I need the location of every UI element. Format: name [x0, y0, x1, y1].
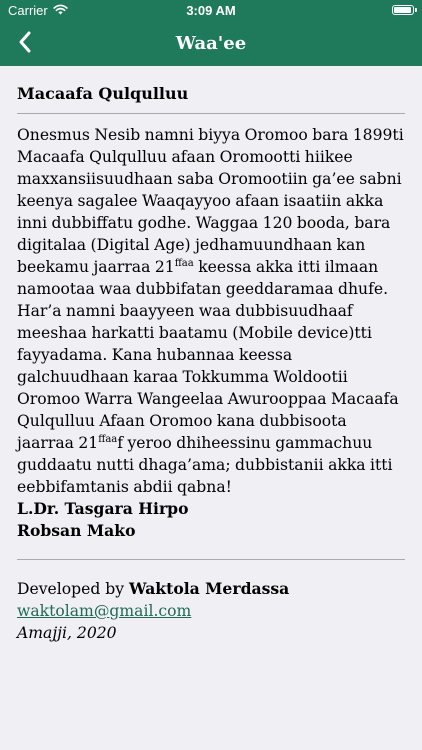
superscript-ordinal-2: ffaa: [98, 433, 118, 445]
divider: [17, 559, 405, 560]
developer-name: Waktola Merdassa: [129, 579, 290, 598]
battery-level: [394, 7, 411, 13]
divider: [17, 113, 405, 114]
paragraph-text-1: Onesmus Nesib namni biyya Oromoo bara 18…: [17, 126, 404, 276]
author-name: Robsan Mako: [17, 521, 136, 540]
status-time: 3:09 AM: [186, 3, 236, 18]
place-date: Amajji, 2020: [17, 624, 117, 642]
about-content: Macaafa Qulqulluu Onesmus Nesib namni bi…: [17, 84, 405, 644]
developer-line: Developed by Waktola Merdassa: [17, 578, 405, 600]
navigation-bar: Waa'ee: [0, 22, 422, 66]
status-bar: Carrier 3:09 AM: [0, 0, 422, 22]
superscript-ordinal-1: ffaa: [174, 257, 194, 269]
battery-icon: [392, 5, 417, 15]
page-title: Waa'ee: [175, 33, 247, 54]
top-bar: Carrier 3:09 AM Waa'ee: [0, 0, 422, 66]
about-heading: Macaafa Qulqulluu: [17, 84, 189, 103]
authors: L.Dr. Tasgara Hirpo Robsan Mako: [17, 498, 405, 542]
author-name: L.Dr. Tasgara Hirpo: [17, 499, 189, 518]
developed-by-label: Developed by: [17, 580, 130, 598]
paragraph-text-2: keessa akka itti ilmaan namootaa waa dub…: [17, 258, 399, 452]
about-paragraph: Onesmus Nesib namni biyya Oromoo bara 18…: [17, 124, 405, 498]
credits: Developed by Waktola Merdassa waktolam@g…: [17, 578, 405, 644]
email-link[interactable]: waktolam@gmail.com: [17, 602, 191, 620]
